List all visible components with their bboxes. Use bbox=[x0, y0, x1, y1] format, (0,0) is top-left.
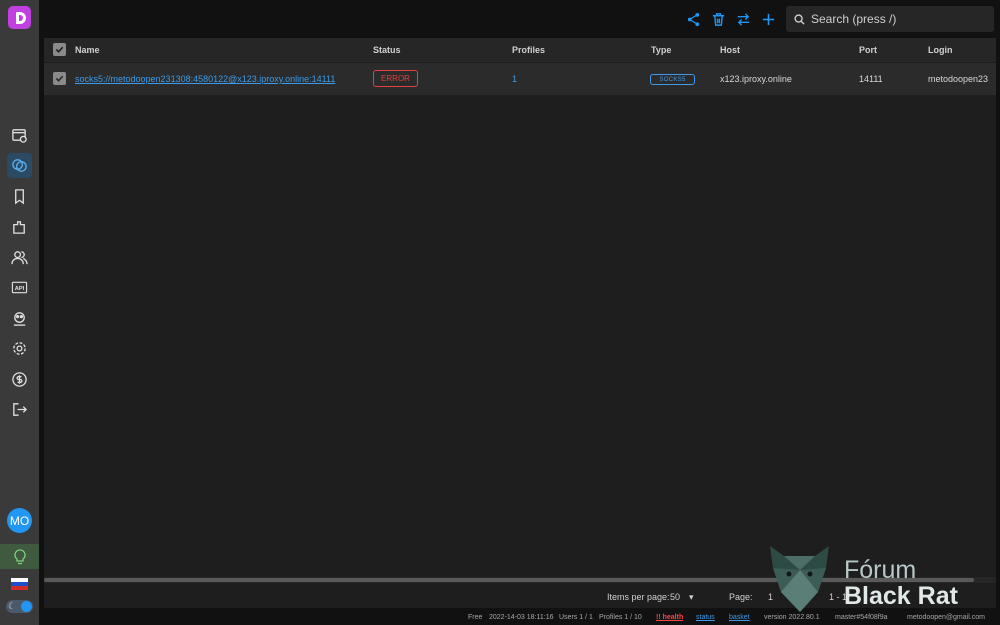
forum-watermark: Fórum Black Rat bbox=[760, 540, 995, 615]
bookmark-icon bbox=[15, 189, 24, 205]
proxies-icon bbox=[12, 159, 27, 172]
app-logo[interactable] bbox=[8, 6, 31, 29]
profiles-count[interactable]: 1 bbox=[512, 74, 517, 84]
users-count: Users 1 / 1 bbox=[559, 614, 593, 621]
browser-profiles-icon bbox=[12, 129, 27, 143]
chevron-down-icon[interactable]: ▾ bbox=[689, 592, 694, 603]
checkmark-icon bbox=[55, 46, 64, 53]
checkmark-icon bbox=[55, 75, 64, 82]
sidebar-item-browser-profiles[interactable] bbox=[7, 123, 32, 148]
delete-button[interactable] bbox=[709, 10, 727, 28]
items-per-page-label: Items per page: bbox=[607, 592, 670, 602]
column-header-port[interactable]: Port bbox=[859, 45, 877, 55]
rat-logo-icon bbox=[770, 546, 829, 612]
column-header-status[interactable]: Status bbox=[373, 45, 401, 55]
table-header: Name Status Profiles Type Host Port Logi… bbox=[44, 38, 996, 62]
search-input[interactable] bbox=[811, 12, 981, 26]
toggle-knob bbox=[21, 601, 32, 612]
search-box bbox=[786, 6, 994, 32]
add-proxy-button[interactable] bbox=[759, 10, 777, 28]
sidebar-item-extensions[interactable] bbox=[7, 214, 32, 239]
sidebar-item-billing[interactable] bbox=[7, 367, 32, 392]
host-cell: x123.iproxy.online bbox=[720, 74, 792, 84]
proxies-table: Name Status Profiles Type Host Port Logi… bbox=[44, 38, 996, 608]
logout-icon bbox=[13, 403, 28, 416]
logo-icon bbox=[15, 11, 26, 24]
select-all-checkbox[interactable] bbox=[53, 43, 66, 56]
users-icon bbox=[11, 251, 28, 265]
billing-icon bbox=[12, 372, 27, 387]
avatar[interactable]: MO bbox=[7, 508, 32, 533]
column-header-profiles[interactable]: Profiles bbox=[512, 45, 545, 55]
login-cell: metodoopen23 bbox=[928, 74, 989, 84]
page-label: Page: bbox=[729, 592, 753, 602]
column-header-name[interactable]: Name bbox=[75, 45, 100, 55]
plus-icon bbox=[762, 13, 774, 25]
items-per-page-select[interactable]: 50 bbox=[670, 592, 680, 602]
moon-icon: ☾ bbox=[8, 601, 17, 611]
profiles-count-label: Profiles 1 / 10 bbox=[599, 614, 642, 621]
status-link[interactable]: status bbox=[696, 614, 715, 621]
sidebar: API MO ☾ bbox=[0, 0, 39, 625]
type-badge: SOCKS5 bbox=[650, 74, 695, 85]
swap-icon bbox=[737, 12, 749, 26]
settings-icon bbox=[13, 342, 26, 355]
sidebar-item-settings[interactable] bbox=[7, 336, 32, 361]
share-button[interactable] bbox=[684, 10, 702, 28]
extensions-icon bbox=[13, 221, 25, 234]
datetime-label: 2022-14-03 18:11:16 bbox=[489, 614, 554, 621]
api-icon: API bbox=[11, 281, 28, 294]
sidebar-item-api[interactable]: API bbox=[7, 275, 32, 300]
sidebar-item-bookmarks[interactable] bbox=[7, 184, 32, 209]
version-label: version 2022.80.1 bbox=[764, 614, 820, 621]
plan-label: Free bbox=[468, 614, 483, 621]
email-label: metodoopen@gmail.com bbox=[907, 614, 985, 621]
sidebar-item-logout[interactable] bbox=[7, 397, 32, 422]
share-icon bbox=[687, 12, 699, 26]
column-header-login[interactable]: Login bbox=[928, 45, 953, 55]
lightbulb-icon bbox=[13, 548, 26, 564]
basket-link[interactable]: basket bbox=[729, 614, 750, 621]
branch-label: master#54f08f9a bbox=[835, 614, 888, 621]
port-cell: 14111 bbox=[859, 74, 883, 84]
column-header-type[interactable]: Type bbox=[651, 45, 671, 55]
health-link[interactable]: !! health bbox=[656, 614, 683, 621]
sidebar-item-users[interactable] bbox=[7, 245, 32, 270]
proxy-name-link[interactable]: socks5://metodoopen231308:4580122@x123.i… bbox=[75, 74, 335, 84]
watermark-line2: Black Rat bbox=[844, 582, 958, 610]
api-icon-label: API bbox=[15, 286, 25, 292]
transfer-button[interactable] bbox=[734, 10, 752, 28]
status-badge: ERROR bbox=[373, 70, 418, 87]
theme-toggle[interactable]: ☾ bbox=[6, 600, 33, 613]
tips-button[interactable] bbox=[0, 544, 39, 569]
trash-icon bbox=[712, 12, 724, 26]
automation-icon bbox=[13, 312, 26, 326]
sidebar-item-automation[interactable] bbox=[7, 306, 32, 331]
watermark-line1: Fórum bbox=[844, 556, 917, 584]
table-row[interactable]: socks5://metodoopen231308:4580122@x123.i… bbox=[44, 63, 996, 95]
column-header-host[interactable]: Host bbox=[720, 45, 740, 55]
language-flag-icon[interactable] bbox=[11, 578, 28, 590]
row-checkbox[interactable] bbox=[53, 72, 66, 85]
search-icon bbox=[794, 13, 805, 25]
sidebar-item-proxies[interactable] bbox=[7, 153, 32, 178]
